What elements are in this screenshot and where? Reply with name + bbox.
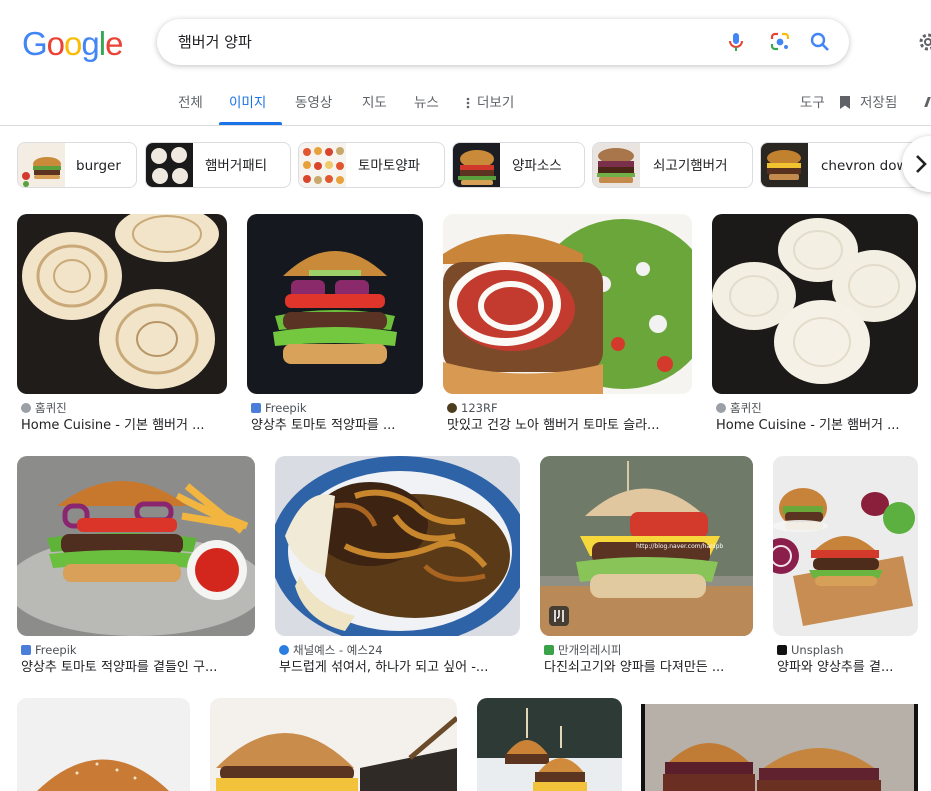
result-image[interactable] — [247, 214, 423, 394]
chip-label: burger — [76, 158, 121, 174]
chip-label: chevron dow — [821, 158, 908, 174]
chip-tomato-onion[interactable]: 토마토양파 — [298, 142, 445, 188]
result-image[interactable] — [17, 698, 190, 791]
globe-icon — [21, 403, 31, 413]
result-caption[interactable]: Home Cuisine - 기본 햄버거 ... — [716, 418, 918, 434]
chip-thumbnail — [146, 143, 193, 187]
result-image[interactable] — [773, 456, 918, 636]
tab-all[interactable]: 전체 — [178, 94, 203, 112]
chip-label: 토마토양파 — [358, 158, 421, 174]
source-name: 홈퀴진 — [35, 401, 67, 415]
result-image[interactable] — [712, 214, 918, 394]
search-input[interactable]: 햄버거 양파 — [178, 33, 252, 51]
result-source[interactable]: Freepik — [21, 643, 77, 657]
chip-thumbnail — [299, 143, 346, 187]
result-source[interactable]: 홈퀴진 — [716, 401, 762, 415]
result-source[interactable]: 만개의레시피 — [544, 643, 621, 657]
chevron-right-icon — [914, 153, 928, 175]
chip-label: 쇠고기햄버거 — [653, 158, 728, 174]
result-caption[interactable]: 양파와 양상추를 곁... — [777, 660, 918, 676]
microphone-icon[interactable] — [726, 31, 746, 53]
result-image[interactable] — [17, 456, 255, 636]
chip-thumbnail — [593, 143, 640, 187]
source-name: 채널예스 - 예스24 — [293, 643, 383, 657]
result-caption[interactable]: 부드럽게 섞여서, 하나가 되고 싶어 -... — [279, 660, 520, 676]
chip-burger-patty[interactable]: 햄버거패티 — [145, 142, 291, 188]
result-image[interactable] — [477, 698, 622, 791]
tools-button[interactable]: 도구 — [800, 94, 825, 112]
chip-thumbnail — [761, 143, 808, 187]
freepik-icon — [21, 645, 31, 655]
source-name: Freepik — [35, 643, 77, 657]
header-divider — [0, 125, 931, 126]
logo-letter: o — [46, 25, 65, 62]
settings-gear-icon[interactable] — [916, 30, 931, 54]
10000recipe-icon — [544, 645, 554, 655]
source-name: 홈퀴진 — [730, 401, 762, 415]
result-caption[interactable]: 양상추 토마토 적양파를 ... — [251, 418, 423, 434]
chip-onion-sauce[interactable]: 양파소스 — [452, 142, 585, 188]
tab-more[interactable]: 더보기 — [477, 94, 514, 112]
source-name: 만개의레시피 — [558, 643, 622, 657]
tab-videos[interactable]: 동영상 — [295, 94, 332, 112]
123rf-icon — [447, 403, 457, 413]
chip-thumbnail — [18, 143, 65, 187]
more-vert-icon — [465, 96, 471, 110]
result-image[interactable] — [443, 214, 692, 394]
result-image[interactable]: http://blog.naver.com/hanipb — [540, 456, 753, 636]
result-source[interactable]: Freepik — [251, 401, 307, 415]
yes24-icon — [279, 645, 289, 655]
result-source[interactable]: 채널예스 - 예스24 — [279, 643, 383, 657]
result-image[interactable] — [17, 214, 227, 394]
source-name: Unsplash — [791, 643, 844, 657]
logo-letter: e — [105, 25, 123, 62]
chip-thumbnail — [453, 143, 500, 187]
tab-images[interactable]: 이미지 — [229, 94, 266, 112]
result-image[interactable] — [641, 704, 918, 791]
chip-label: 양파소스 — [512, 158, 562, 174]
search-icon[interactable] — [809, 31, 831, 53]
watermark-text: http://blog.naver.com/hanipb — [636, 543, 723, 550]
chip-burger[interactable]: burger — [17, 142, 137, 188]
tab-news[interactable]: 뉴스 — [414, 94, 439, 112]
result-caption[interactable]: 양상추 토마토 적양파를 곁들인 구... — [21, 660, 255, 676]
result-image[interactable] — [275, 456, 520, 636]
freepik-icon — [251, 403, 261, 413]
bookmark-icon — [839, 95, 851, 110]
logo-letter: o — [64, 25, 82, 62]
chip-label: 햄버거패티 — [205, 158, 268, 174]
source-name: 123RF — [461, 401, 498, 415]
globe-icon — [716, 403, 726, 413]
logo-letter: G — [22, 25, 48, 62]
tab-maps[interactable]: 지도 — [362, 94, 387, 112]
result-caption[interactable]: Home Cuisine - 기본 햄버거 ... — [21, 418, 227, 434]
result-caption[interactable]: 다진쇠고기와 양파를 다져만든 ... — [544, 660, 753, 676]
saved-button[interactable]: 저장됨 — [860, 94, 897, 112]
result-source[interactable]: 홈퀴진 — [21, 401, 67, 415]
chip-beef-burger[interactable]: 쇠고기햄버거 — [592, 142, 753, 188]
result-source[interactable]: 123RF — [447, 401, 498, 415]
lens-icon[interactable] — [769, 32, 791, 52]
result-source[interactable]: Unsplash — [777, 643, 844, 657]
source-name: Freepik — [265, 401, 307, 415]
safesearch-icon — [924, 97, 931, 107]
logo-letter: g — [81, 25, 99, 62]
result-image[interactable] — [210, 698, 457, 791]
result-caption[interactable]: 맛있고 건강 노아 햄버거 토마토 슬라... — [447, 418, 692, 434]
google-logo[interactable]: Google — [22, 25, 123, 62]
unsplash-icon — [777, 645, 787, 655]
